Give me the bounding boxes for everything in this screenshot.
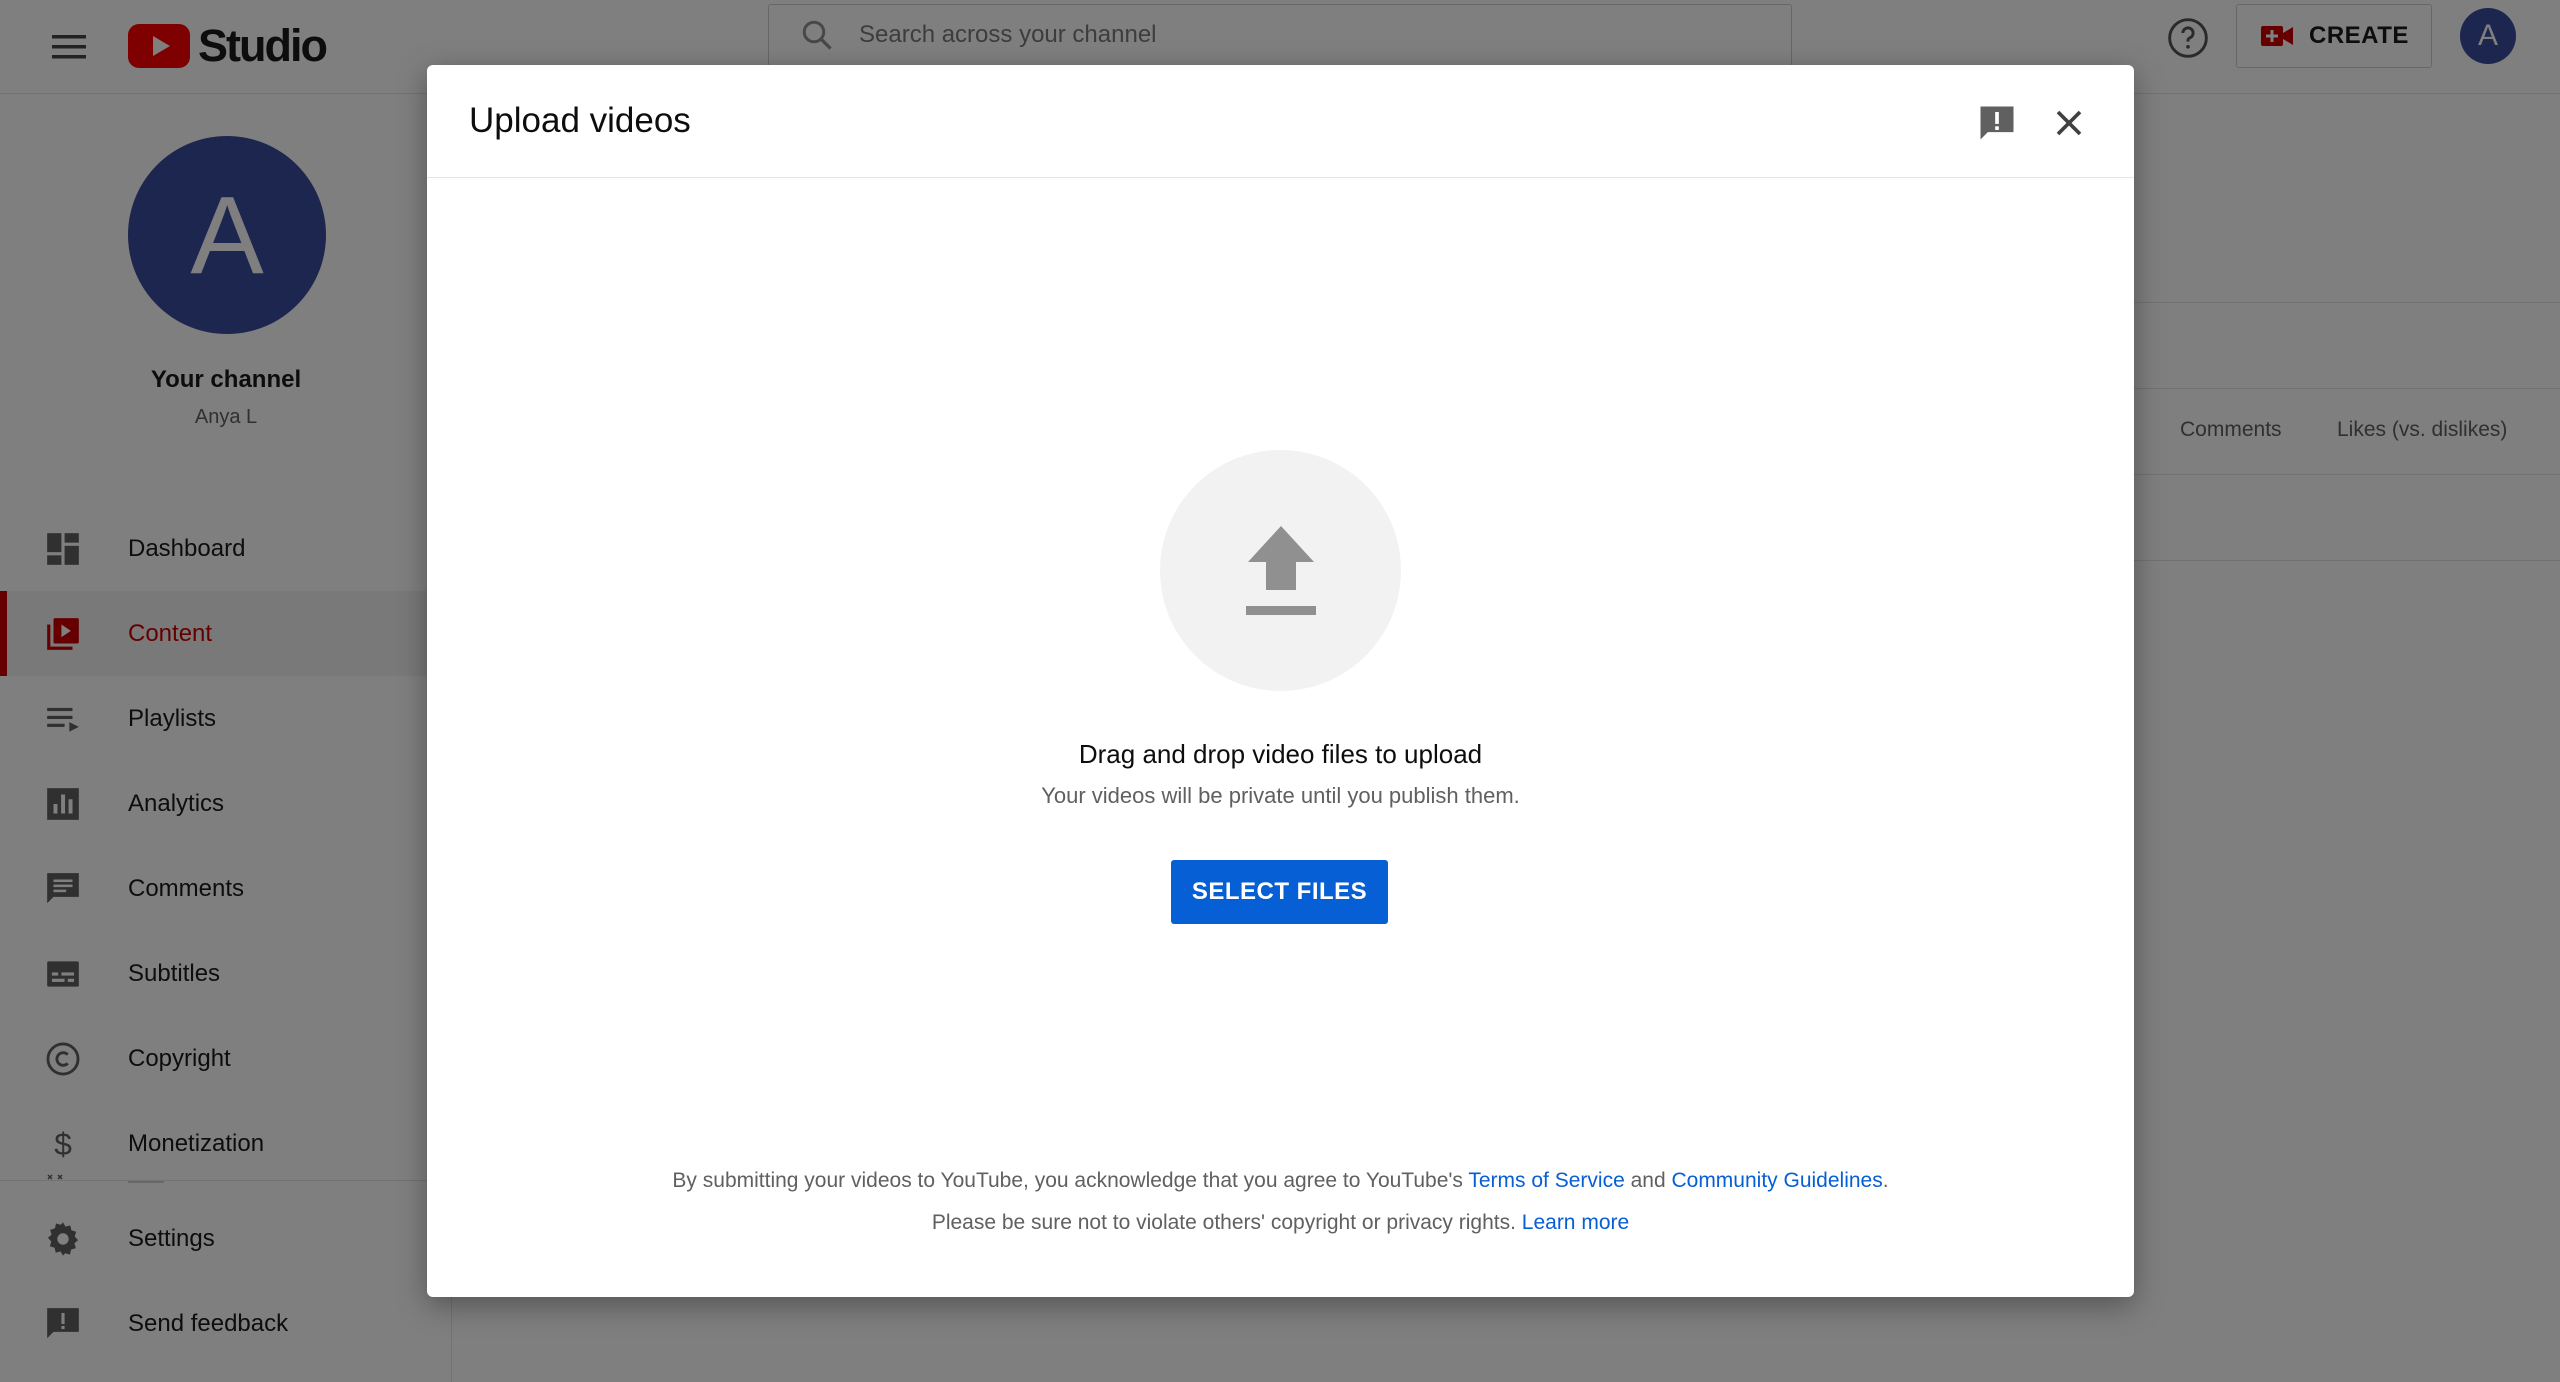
upload-icon [1245, 525, 1316, 615]
legal-notice-line-2: Please be sure not to violate others' co… [427, 1211, 2134, 1235]
terms-of-service-link[interactable]: Terms of Service [1468, 1169, 1624, 1192]
send-feedback-icon[interactable] [1975, 101, 2019, 145]
legal-text: By submitting your videos to YouTube, yo… [672, 1169, 1469, 1192]
legal-text: . [1882, 1169, 1889, 1192]
upload-drop-target[interactable] [1160, 450, 1401, 691]
close-icon[interactable] [2047, 101, 2091, 145]
dialog-header: Upload videos [427, 65, 2134, 178]
legal-text: and [1624, 1169, 1672, 1192]
legal-notice-line-1: By submitting your videos to YouTube, yo… [427, 1169, 2134, 1193]
drag-drop-text: Drag and drop video files to upload [1078, 739, 1483, 769]
dialog-title: Upload videos [469, 101, 691, 140]
select-files-button[interactable]: SELECT FILES [1171, 860, 1388, 924]
learn-more-link[interactable]: Learn more [1522, 1211, 1629, 1234]
private-notice-text: Your videos will be private until you pu… [1041, 783, 1520, 808]
community-guidelines-link[interactable]: Community Guidelines [1671, 1169, 1882, 1192]
upload-videos-dialog: Upload videos Drag and drop video files … [427, 65, 2134, 1297]
legal-text: Please be sure not to violate others' co… [931, 1211, 1522, 1234]
